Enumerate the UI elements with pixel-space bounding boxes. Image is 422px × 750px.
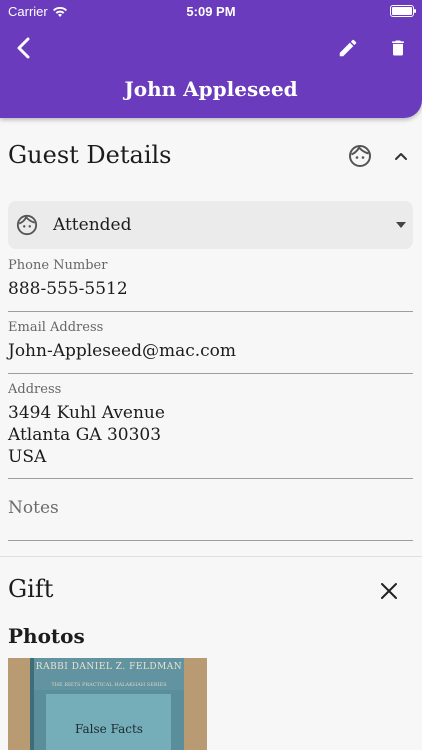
guest-status-button[interactable] <box>348 144 372 168</box>
book-series: THE RIETS PRACTICAL HALAKHAH SERIES <box>51 682 167 688</box>
gift-photo[interactable]: RABBI DANIEL Z. FELDMAN THE RIETS PRACTI… <box>8 658 207 750</box>
attendance-value: Attended <box>53 215 132 235</box>
section-divider <box>0 556 422 557</box>
address-value[interactable]: 3494 Kuhl Avenue Atlanta GA 30303 USA <box>8 402 413 468</box>
page-title: John Appleseed <box>124 77 298 101</box>
book-cover: RABBI DANIEL Z. FELDMAN THE RIETS PRACTI… <box>30 658 184 750</box>
book-title: False Facts <box>75 722 143 736</box>
email-value[interactable]: John-Appleseed@mac.com <box>8 340 413 362</box>
back-arrow-icon <box>17 37 30 59</box>
notes-placeholder: Notes <box>8 498 59 518</box>
face-icon <box>349 145 371 167</box>
delete-button[interactable] <box>384 34 412 62</box>
phone-label: Phone Number <box>8 258 108 273</box>
status-time: 5:09 PM <box>186 4 236 19</box>
phone-value[interactable]: 888-555-5512 <box>8 278 413 300</box>
address-field[interactable]: Address 3494 Kuhl Avenue Atlanta GA 3030… <box>8 382 413 479</box>
app-header: Carrier 5:09 PM John Appleseed <box>0 0 422 118</box>
remove-gift-button[interactable] <box>378 580 400 602</box>
attendance-dropdown[interactable]: Attended <box>8 201 413 249</box>
battery-icon <box>390 5 416 17</box>
edit-button[interactable] <box>334 34 362 62</box>
guest-details-heading: Guest Details <box>8 141 172 169</box>
trash-icon <box>392 40 404 56</box>
notes-field[interactable]: Notes <box>8 498 413 541</box>
gift-heading: Gift <box>8 575 54 603</box>
book-author: RABBI DANIEL Z. FELDMAN <box>35 662 183 672</box>
collapse-button[interactable] <box>390 146 412 168</box>
address-label: Address <box>8 382 62 397</box>
email-label: Email Address <box>8 320 104 335</box>
photos-heading: Photos <box>8 624 85 648</box>
face-icon <box>16 214 38 236</box>
pencil-icon <box>339 39 357 57</box>
close-icon <box>381 583 397 599</box>
status-bar: Carrier 5:09 PM <box>0 0 422 22</box>
chevron-up-icon <box>395 153 407 160</box>
email-field[interactable]: Email Address John-Appleseed@mac.com <box>8 320 413 374</box>
phone-field[interactable]: Phone Number 888-555-5512 <box>8 258 413 312</box>
back-button[interactable] <box>10 34 38 62</box>
caret-down-icon <box>396 222 406 228</box>
